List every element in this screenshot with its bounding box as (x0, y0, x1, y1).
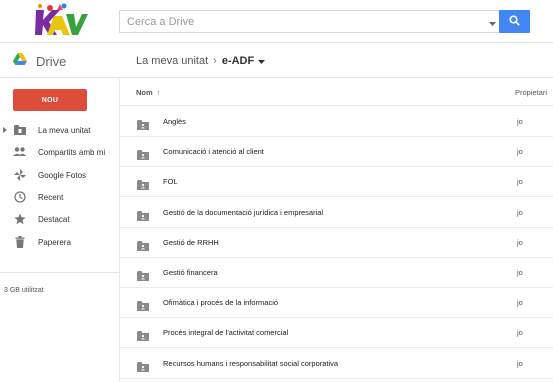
sidebar-item-label: Google Fotos (38, 170, 87, 180)
folder-name: Gestió de RRHH (163, 237, 219, 247)
folder-row[interactable]: Gestió de RRHH jo (120, 228, 553, 258)
shared-folder-icon (137, 208, 149, 221)
owner-column-header[interactable]: Propietari (515, 88, 547, 97)
shared-folder-icon (137, 359, 149, 372)
folder-name: Recursos humans i responsabilitat social… (163, 358, 339, 368)
sidebar-item-recent[interactable]: Recent (0, 186, 119, 208)
breadcrumb-separator: › (213, 55, 217, 67)
folder-row[interactable]: Recursos humans i responsabilitat social… (120, 349, 553, 379)
new-button[interactable]: NOU (13, 89, 87, 111)
folder-row[interactable]: FOL jo (120, 167, 553, 198)
folder-owner: jo (517, 117, 523, 126)
breadcrumb-current-folder[interactable]: e-ADF (222, 55, 254, 67)
folder-row[interactable]: Procés integral de l'activitat comercial… (120, 318, 553, 349)
folder-owner: jo (517, 207, 523, 217)
folder-owner: jo (517, 147, 523, 157)
sidebar-divider (0, 272, 119, 273)
caret-down-icon (488, 13, 496, 31)
folder-name: Anglès (163, 117, 186, 126)
folder-row[interactable]: Anglès jo (120, 107, 553, 137)
shared-folder-icon (137, 238, 149, 251)
folder-owner: jo (517, 298, 523, 308)
folder-row[interactable]: Gestió financera jo (120, 258, 553, 288)
sidebar-item-label: Recent (38, 192, 64, 202)
drive-brand[interactable]: Drive (13, 52, 66, 70)
navigation-bar: Drive La meva unitat › e-ADF (0, 43, 553, 78)
breadcrumb: La meva unitat › e-ADF (136, 53, 266, 69)
name-column-header[interactable]: Nom ↑ (136, 88, 160, 97)
shared-folder-icon (137, 328, 149, 342)
search-icon (509, 13, 520, 31)
sidebar-item-label: Paperera (38, 237, 71, 247)
search-options-caret[interactable] (486, 11, 498, 32)
shared-folder-icon (137, 147, 149, 161)
folder-name: Gestió de la documentació jurídica i emp… (163, 207, 324, 217)
folder-name: Comunicació i atenció al client (163, 147, 264, 157)
school-logo[interactable] (30, 2, 88, 40)
file-list: Nom ↑ Propietari Anglès jo Comunicació i a… (120, 79, 553, 382)
clock-icon (13, 191, 26, 204)
expand-arrow-icon[interactable] (3, 119, 9, 141)
list-header: Nom ↑ Propietari (120, 79, 553, 106)
sidebar: NOU La meva unitat Compartits amb mi Goo… (0, 79, 120, 382)
column-header-label: Nom (136, 88, 153, 97)
folder-name: FOL (163, 177, 178, 187)
sidebar-item-label: Compartits amb mi (38, 147, 106, 157)
folder-owner: jo (517, 268, 523, 277)
trash-icon (13, 236, 26, 249)
sidebar-item-starred[interactable]: Destacat (0, 208, 119, 230)
storage-usage[interactable]: 3 GB utilitzat (4, 287, 44, 294)
folder-owner: jo (517, 328, 523, 338)
sidebar-item-label: Destacat (38, 214, 70, 224)
folder-owner: jo (517, 358, 523, 368)
folder-name: Ofimàtica i procés de la informació (163, 298, 279, 308)
caret-down-icon[interactable] (258, 55, 266, 67)
drive-logo-icon (13, 52, 27, 70)
top-bar (0, 0, 553, 43)
search-button[interactable] (499, 10, 530, 33)
drive-label: Drive (36, 53, 67, 69)
folder-name: Gestió financera (163, 268, 218, 277)
folder-row[interactable]: Comunicació i atenció al client jo (120, 137, 553, 168)
search-box (119, 10, 530, 33)
shared-folder-icon (137, 298, 149, 312)
people-icon (13, 146, 26, 159)
sidebar-item-my-drive[interactable]: La meva unitat (0, 119, 119, 141)
folder-owner: jo (517, 177, 523, 187)
sort-arrow-icon: ↑ (156, 88, 161, 97)
sidebar-item-shared-with-me[interactable]: Compartits amb mi (0, 141, 119, 163)
folder-row[interactable]: Ofimàtica i procés de la informació jo (120, 288, 553, 319)
shared-folder-icon (137, 268, 149, 281)
folder-name: Procés integral de l'activitat comercial (163, 328, 289, 338)
sidebar-item-label: La meva unitat (38, 125, 91, 135)
star-icon (13, 213, 26, 226)
breadcrumb-root[interactable]: La meva unitat (136, 55, 208, 67)
folder-row[interactable]: Gestió de la documentació jurídica i emp… (120, 198, 553, 228)
shared-folder-icon (137, 117, 149, 130)
folder-owner: jo (517, 237, 523, 247)
search-input[interactable] (120, 11, 486, 32)
pinwheel-icon (13, 169, 26, 182)
sidebar-item-trash[interactable]: Paperera (0, 231, 119, 253)
sidebar-item-google-photos[interactable]: Google Fotos (0, 164, 119, 186)
shared-folder-icon (137, 177, 149, 191)
folder-icon (13, 124, 26, 137)
